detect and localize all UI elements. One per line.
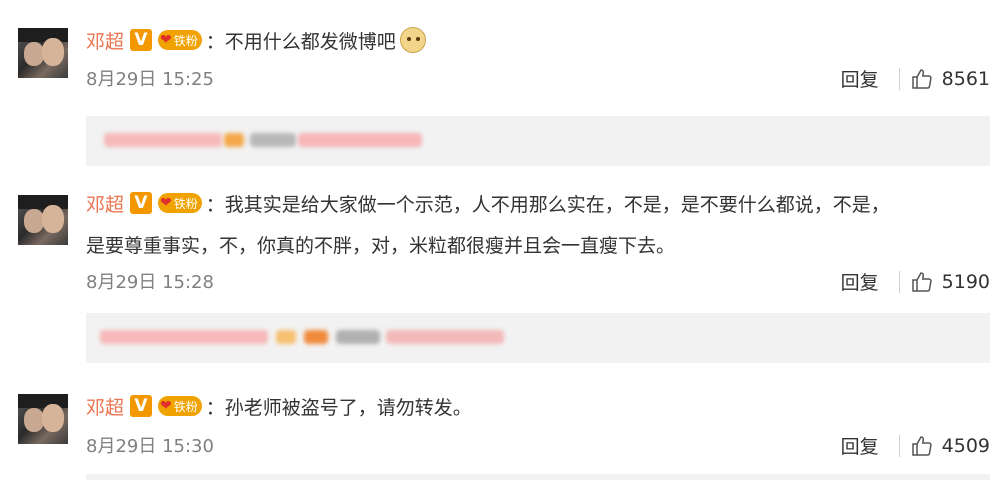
thumbs-up-icon[interactable] <box>910 67 934 91</box>
comment-header: 邓超 V ❤ 铁粉 ： 我其实是给大家做一个示范，人不用那么实在，不是，是不要什… <box>86 190 890 217</box>
fan-badge[interactable]: ❤ 铁粉 <box>158 193 202 213</box>
avatar[interactable] <box>18 28 68 78</box>
comment-actions: 回复 5190 <box>841 268 990 295</box>
thumbs-up-icon[interactable] <box>910 270 934 294</box>
avatar[interactable] <box>18 394 68 444</box>
reply-button[interactable]: 回复 <box>841 268 879 295</box>
comment-text: 不用什么都发微博吧 <box>224 30 396 53</box>
like-count: 5190 <box>941 270 990 293</box>
comment-text: 孙老师被盗号了，请勿转发。 <box>224 396 472 419</box>
username-link[interactable]: 邓超 <box>86 393 124 420</box>
colon: ： <box>205 30 225 53</box>
thumbs-up-icon[interactable] <box>910 434 934 458</box>
reply-button[interactable]: 回复 <box>841 65 879 92</box>
action-divider <box>898 67 900 90</box>
like-count: 4509 <box>941 434 990 457</box>
heart-icon: ❤ <box>160 398 172 414</box>
username-link[interactable]: 邓超 <box>86 190 124 217</box>
sub-reply-box[interactable] <box>86 116 990 166</box>
like-count: 8561 <box>941 67 990 90</box>
verified-v-icon[interactable]: V <box>130 395 153 417</box>
fan-badge-label: 铁粉 <box>173 33 198 48</box>
fan-badge-label: 铁粉 <box>173 399 198 414</box>
comment-header: 邓超 V ❤ 铁粉 ： 不用什么都发微博吧 <box>86 27 426 54</box>
heart-icon: ❤ <box>160 195 172 211</box>
colon: ： <box>205 396 225 419</box>
username-link[interactable]: 邓超 <box>86 27 124 54</box>
comment-actions: 回复 8561 <box>841 65 990 92</box>
comment-text: 我其实是给大家做一个示范，人不用那么实在，不是，是不要什么都说，不是， <box>224 193 890 216</box>
avatar[interactable] <box>18 195 68 245</box>
sub-reply-box[interactable] <box>86 313 990 363</box>
timestamp: 8月29日 15:25 <box>86 69 214 90</box>
fan-badge[interactable]: ❤ 铁粉 <box>158 396 202 416</box>
fan-badge[interactable]: ❤ 铁粉 <box>158 30 202 50</box>
reply-button[interactable]: 回复 <box>841 432 879 459</box>
action-divider <box>898 434 900 457</box>
colon: ： <box>205 193 225 216</box>
comment-header: 邓超 V ❤ 铁粉 ： 孙老师被盗号了，请勿转发。 <box>86 393 472 420</box>
doge-emoji-icon <box>399 27 426 53</box>
verified-v-icon[interactable]: V <box>130 192 153 214</box>
timestamp: 8月29日 15:30 <box>86 436 214 457</box>
action-divider <box>898 270 900 293</box>
verified-v-icon[interactable]: V <box>130 29 153 51</box>
fan-badge-label: 铁粉 <box>173 196 198 211</box>
comment-actions: 回复 4509 <box>841 432 990 459</box>
timestamp: 8月29日 15:28 <box>86 272 214 293</box>
sub-reply-box[interactable] <box>86 474 990 480</box>
heart-icon: ❤ <box>160 32 172 48</box>
comment-text-continued: 是要尊重事实，不，你真的不胖，对，米粒都很瘦并且会一直瘦下去。 <box>86 235 676 257</box>
